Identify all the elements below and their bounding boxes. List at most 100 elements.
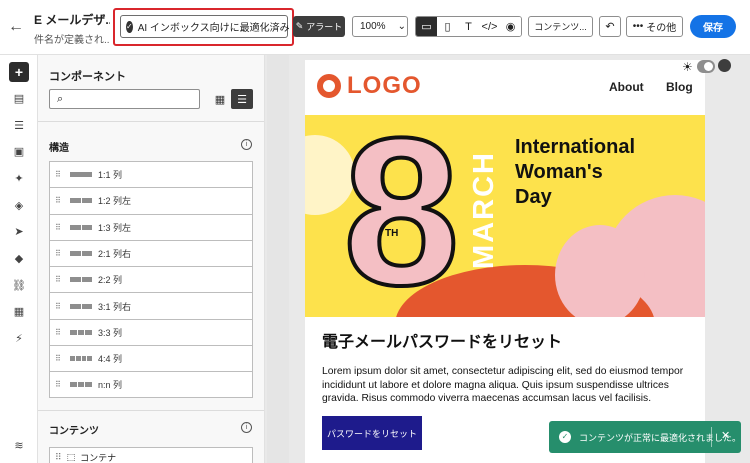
column-bar (70, 172, 92, 178)
search-input[interactable]: ⌕ (49, 89, 200, 109)
logo-text: LOGO (347, 72, 422, 99)
column-layout-icon (70, 356, 92, 362)
hero-month: MARCH (468, 151, 500, 269)
structure-item[interactable]: ⠿ 1:3 列左 (49, 213, 253, 240)
lightning-icon[interactable]: ⚡ (9, 328, 29, 348)
grid-view-icon[interactable]: ▦ (211, 90, 229, 108)
undo-icon[interactable]: ↶ (599, 16, 621, 37)
ai-optimized-label: AI インボックス向けに最適化済み (137, 23, 290, 34)
code-icon[interactable]: </> (479, 17, 500, 36)
structure-item-label: n:n 列 (98, 380, 123, 391)
column-layout-icon (70, 224, 92, 230)
hero-number: 8 (341, 115, 462, 317)
top-bar: ← E メールデザ... 件名が定義され... ✓ AI インボックス向けに最適… (0, 0, 750, 55)
drag-handle-icon[interactable]: ⠿ (50, 354, 66, 363)
divider (38, 121, 264, 122)
structure-item-label: 1:3 列左 (98, 222, 132, 233)
zoom-value: 100% (360, 21, 386, 32)
theme-toggle[interactable] (697, 60, 715, 73)
settings-sliders-icon[interactable]: ☰ (9, 115, 29, 135)
structure-list: ⠿ 1:1 列 ⠿ 1:2 列左 ⠿ 1:3 列左 ⠿ 2:1 列右 ⠿ 2:2 列 ⠿ 3:1 列右… (49, 161, 253, 398)
drag-handle-icon[interactable]: ⠿ (50, 170, 66, 179)
structure-item[interactable]: ⠿ n:n 列 (49, 371, 253, 398)
info-icon[interactable]: i (241, 422, 252, 433)
hero-petal-shape (555, 225, 645, 317)
left-rail: + ▤ ☰ ▣ ✦ ◈ ➤ ◆ ⛓ ▦ ⚡ ≋ (0, 55, 38, 463)
magic-wand-icon[interactable]: ✦ (9, 168, 29, 188)
email-preview: LOGO About Blog 8 TH MARCH International… (305, 60, 705, 463)
content-label: コンテンツ (49, 426, 99, 437)
dark-mode-icon[interactable] (718, 59, 731, 72)
content-button[interactable]: コンテンツ... (528, 16, 593, 37)
back-arrow-icon[interactable]: ← (8, 18, 26, 36)
column-layout-icon (70, 303, 92, 309)
light-mode-icon[interactable]: ☀ (682, 60, 693, 74)
email-heading: 電子メールパスワードをリセット (322, 334, 563, 351)
send-icon[interactable]: ➤ (9, 221, 29, 241)
add-icon[interactable]: + (9, 62, 29, 82)
drag-handle-icon[interactable]: ⠿ (50, 249, 66, 258)
more-button[interactable]: ••• その他 (626, 16, 683, 37)
structure-item[interactable]: ⠿ 2:2 列 (49, 266, 253, 293)
layers-icon[interactable]: ◆ (9, 248, 29, 268)
structure-item-label: 3:1 列右 (98, 301, 132, 312)
more-dots-icon: ••• (632, 21, 644, 32)
reset-password-button[interactable]: パスワードをリセット (322, 416, 422, 450)
fragments-icon[interactable]: ▦ (9, 301, 29, 321)
column-bar (75, 356, 81, 362)
desktop-icon[interactable]: ▭ (416, 17, 437, 36)
hero-title-line: Woman's (515, 161, 603, 183)
drag-handle-icon[interactable]: ⠿ (50, 275, 66, 284)
column-bar (70, 382, 77, 388)
column-bar (70, 303, 81, 309)
column-bar (85, 329, 93, 335)
list-view-icon[interactable]: ☰ (231, 89, 253, 109)
structure-item[interactable]: ⠿ 4:4 列 (49, 345, 253, 372)
structure-item-label: 1:1 列 (98, 170, 123, 181)
column-layout-icon (70, 382, 93, 388)
alert-button[interactable]: ✎ アラート (293, 16, 345, 37)
success-toast: ✓ コンテンツが正常に最適化されました。 ✕ (549, 421, 741, 453)
content-item-container[interactable]: ⠿ ⬚ コンテナ (49, 447, 253, 463)
mobile-icon[interactable]: ▯ (437, 17, 458, 36)
structure-item[interactable]: ⠿ 3:3 列 (49, 318, 253, 346)
column-bar (77, 329, 85, 335)
structure-item[interactable]: ⠿ 2:1 列右 (49, 239, 253, 267)
drag-handle-icon[interactable]: ⠿ (50, 196, 66, 205)
container-icon: ⬚ (66, 452, 76, 462)
nav-about[interactable]: About (609, 80, 644, 94)
column-layout-icon (70, 251, 92, 257)
scrollbar[interactable] (267, 55, 289, 463)
column-layout-icon (70, 329, 93, 335)
image-icon[interactable]: ▣ (9, 141, 29, 161)
close-icon[interactable]: ✕ (721, 429, 730, 442)
divider (38, 410, 264, 411)
hero-title: International Woman's Day (515, 135, 635, 210)
info-icon[interactable]: i (241, 139, 252, 150)
drag-handle-icon: ⠿ (55, 452, 62, 462)
preview-eye-icon[interactable]: ◉ (500, 17, 521, 36)
column-bar (81, 251, 92, 257)
column-bar (81, 224, 92, 230)
text-icon[interactable]: T (458, 17, 479, 36)
drag-handle-icon[interactable]: ⠿ (50, 328, 66, 337)
drag-handle-icon[interactable]: ⠿ (50, 223, 66, 232)
structure-item[interactable]: ⠿ 3:1 列右 (49, 292, 253, 319)
chevron-down-icon: ⌄ (397, 21, 406, 32)
structure-item-label: 2:1 列右 (98, 249, 132, 260)
layout-icon[interactable]: ▤ (9, 88, 29, 108)
stack-icon[interactable]: ≋ (9, 435, 29, 455)
column-bar (70, 329, 77, 335)
structure-item[interactable]: ⠿ 1:2 列左 (49, 187, 253, 214)
panel-title: コンポーネント (49, 71, 126, 83)
save-button[interactable]: 保存 (690, 15, 736, 38)
structure-item[interactable]: ⠿ 1:1 列 (49, 161, 253, 188)
logo-ring-icon (317, 74, 341, 98)
drag-handle-icon[interactable]: ⠿ (50, 302, 66, 311)
nav-blog[interactable]: Blog (666, 80, 693, 94)
ai-optimized-button[interactable]: ✓ AI インボックス向けに最適化済み (120, 15, 290, 38)
link-icon[interactable]: ⛓ (9, 275, 29, 295)
zoom-select[interactable]: 100% ⌄ (352, 16, 408, 37)
drag-handle-icon[interactable]: ⠿ (50, 380, 66, 389)
badge-icon[interactable]: ◈ (9, 195, 29, 215)
